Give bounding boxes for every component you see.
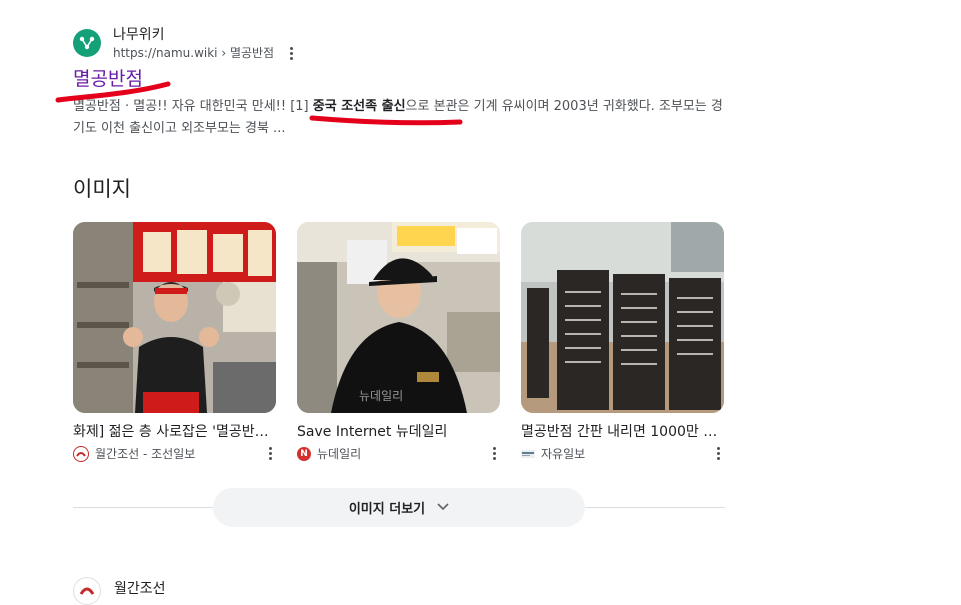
- wolgan-chosun-favicon-icon[interactable]: [73, 577, 101, 605]
- image-cards: 화제] 젊은 층 사로잡은 '멸공반점' ... 월간조선 - 조선일보 뉴데일…: [73, 222, 724, 462]
- jayu-ilbo-icon: [521, 446, 535, 461]
- wolgan-chosun-icon: [73, 445, 89, 462]
- more-options-icon[interactable]: [265, 447, 276, 460]
- newdaily-icon: N: [297, 446, 311, 461]
- image-caption[interactable]: Save Internet 뉴데일리: [297, 423, 500, 441]
- image-source-name[interactable]: 뉴데일리: [317, 445, 489, 462]
- image-source[interactable]: 월간조선 - 조선일보: [73, 445, 276, 462]
- images-heading: 이미지: [73, 177, 131, 201]
- more-options-icon[interactable]: [286, 45, 297, 62]
- image-card[interactable]: 뉴데일리 Save Internet 뉴데일리 N 뉴데일리: [297, 222, 500, 462]
- image-caption[interactable]: 멸공반점 간판 내리면 1000만 원 ...: [521, 423, 724, 441]
- image-source-name[interactable]: 월간조선 - 조선일보: [95, 445, 265, 462]
- more-images-button[interactable]: 이미지 더보기: [213, 488, 585, 527]
- snippet-bold: 중국 조선족 출신: [312, 99, 406, 114]
- snippet-prefix: 멸공반점 · 멸공!! 자유 대한민국 만세!! [1]: [73, 99, 313, 114]
- more-options-icon[interactable]: [489, 447, 500, 460]
- image-source[interactable]: N 뉴데일리: [297, 445, 500, 462]
- image-caption[interactable]: 화제] 젊은 층 사로잡은 '멸공반점' ...: [73, 423, 276, 441]
- image-card[interactable]: 멸공반점 간판 내리면 1000만 원 ... 자유일보: [521, 222, 724, 462]
- next-search-result[interactable]: 월간조선: [73, 571, 166, 605]
- result-title-link[interactable]: 멸공반점: [73, 66, 143, 92]
- search-result: 나무위키 https://namu.wiki › 멸공반점 멸공반점 멸공반점 …: [73, 26, 733, 136]
- next-site-name[interactable]: 월간조선: [114, 578, 166, 598]
- image-thumbnail-2[interactable]: 뉴데일리: [297, 222, 500, 413]
- more-images-label: 이미지 더보기: [348, 502, 426, 517]
- more-options-icon[interactable]: [713, 447, 724, 460]
- namuwiki-favicon-icon[interactable]: [73, 29, 101, 57]
- image-thumbnail-1[interactable]: [73, 222, 276, 413]
- image-source[interactable]: 자유일보: [521, 445, 724, 462]
- image-watermark: 뉴데일리: [359, 389, 403, 403]
- image-thumbnail-3[interactable]: [521, 222, 724, 413]
- image-card[interactable]: 화제] 젊은 층 사로잡은 '멸공반점' ... 월간조선 - 조선일보: [73, 222, 276, 462]
- site-url[interactable]: https://namu.wiki › 멸공반점: [113, 44, 297, 62]
- site-info: 나무위키 https://namu.wiki › 멸공반점: [73, 26, 733, 62]
- image-source-name[interactable]: 자유일보: [541, 445, 713, 462]
- site-name[interactable]: 나무위키: [113, 26, 297, 44]
- chevron-down-icon: [437, 500, 449, 515]
- result-snippet: 멸공반점 · 멸공!! 자유 대한민국 만세!! [1] 중국 조선족 출신으로…: [73, 96, 723, 140]
- site-url-text[interactable]: https://namu.wiki › 멸공반점: [113, 44, 274, 62]
